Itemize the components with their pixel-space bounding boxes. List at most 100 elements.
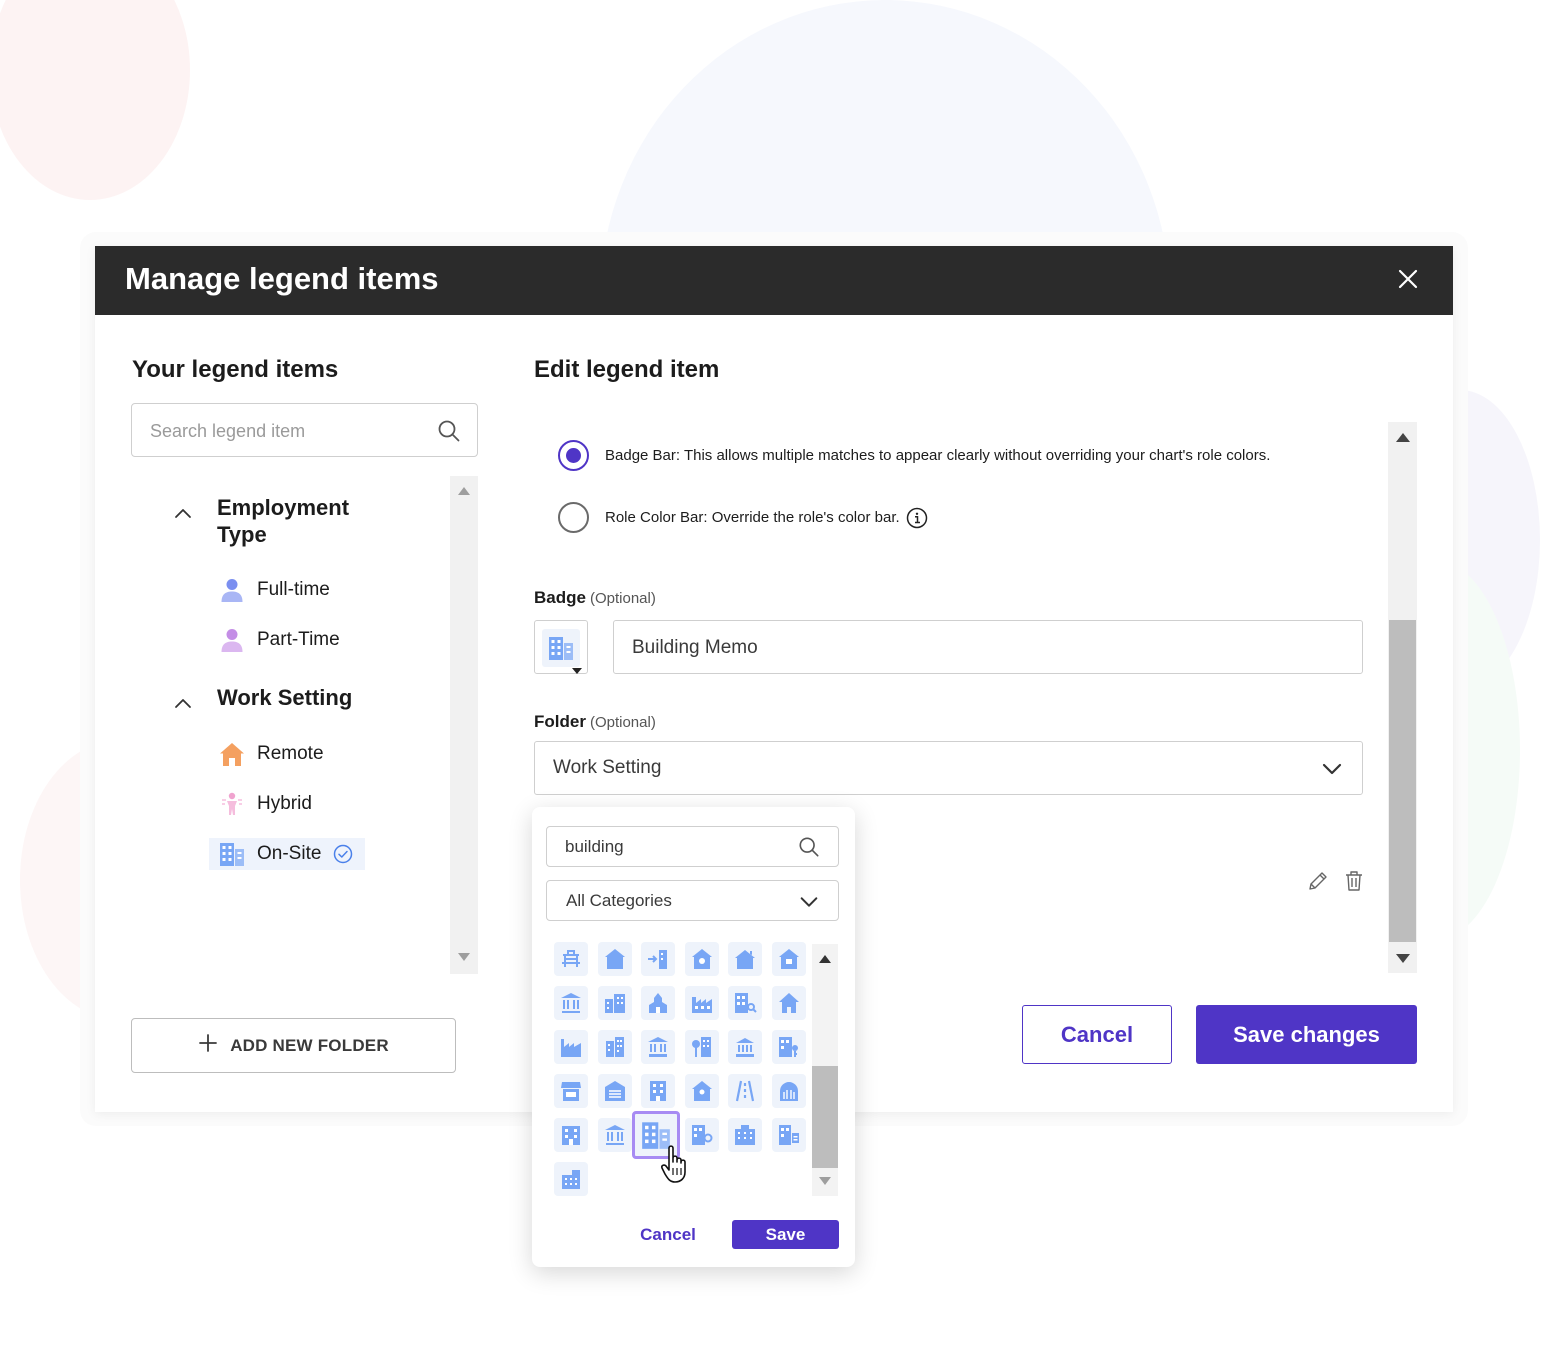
background-blob xyxy=(0,0,190,200)
legend-list-scrollbar[interactable] xyxy=(450,476,478,974)
radio-button[interactable] xyxy=(558,440,589,471)
apartment-icon[interactable] xyxy=(598,1030,632,1064)
group-label: Employment Type xyxy=(217,495,350,547)
badge-icon-picker-button[interactable] xyxy=(534,620,588,674)
folder-label: Folder xyxy=(534,712,586,731)
scrollbar-thumb[interactable] xyxy=(812,1066,838,1168)
building-gear-icon[interactable] xyxy=(685,1118,719,1152)
right-panel-title: Edit legend item xyxy=(534,356,720,383)
icon-category-dropdown[interactable]: All Categories xyxy=(546,880,839,921)
legend-search-box xyxy=(131,403,478,457)
info-icon[interactable] xyxy=(906,507,928,529)
legend-item-on-site[interactable]: On-Site xyxy=(209,838,366,870)
folder-field-label: Folder (Optional) xyxy=(534,712,656,732)
bank-icon[interactable] xyxy=(598,1118,632,1152)
legend-item-label: Hybrid xyxy=(257,793,312,814)
garage-icon[interactable] xyxy=(598,1074,632,1108)
scroll-up-arrow-icon[interactable] xyxy=(450,480,478,502)
badge-label: Badge xyxy=(534,588,586,607)
building-entrance-icon[interactable] xyxy=(641,942,675,976)
house-icon[interactable] xyxy=(598,942,632,976)
building-key-icon[interactable] xyxy=(772,1030,806,1064)
icon-picker-popover: All Categories xyxy=(532,807,855,1267)
trash-icon[interactable] xyxy=(1344,870,1364,897)
road-building-icon[interactable] xyxy=(728,1074,762,1108)
legend-item-full-time[interactable]: Full-time xyxy=(209,574,342,606)
tower-building-icon[interactable] xyxy=(554,1162,588,1196)
chevron-up-icon[interactable] xyxy=(171,502,195,526)
bench-building-icon[interactable] xyxy=(554,942,588,976)
legend-item-part-time[interactable]: Part-Time xyxy=(209,624,352,656)
radio-label: Badge Bar: This allows multiple matches … xyxy=(605,447,1271,464)
church-icon[interactable] xyxy=(641,986,675,1020)
hand-pointer-cursor-icon xyxy=(660,1144,690,1191)
legend-item-label: Remote xyxy=(257,743,324,764)
left-panel-title: Your legend items xyxy=(132,356,339,383)
optional-label: (Optional) xyxy=(589,714,656,731)
home-heart-icon[interactable] xyxy=(685,942,719,976)
icon-picker-save-button[interactable]: Save xyxy=(732,1220,839,1249)
house-user-icon[interactable] xyxy=(685,1074,719,1108)
bank-building-icon[interactable] xyxy=(554,986,588,1020)
scroll-down-arrow-icon[interactable] xyxy=(812,1170,838,1192)
office-building-icon[interactable] xyxy=(641,1074,675,1108)
radio-button[interactable] xyxy=(558,502,589,533)
legend-item-hybrid[interactable]: Hybrid xyxy=(209,788,324,820)
edit-panel-scrollbar[interactable] xyxy=(1388,422,1417,973)
person-icon xyxy=(219,577,245,603)
building-memo-icon[interactable] xyxy=(772,1118,806,1152)
person-icon xyxy=(219,627,245,653)
house-icon xyxy=(219,741,245,767)
chevron-up-icon[interactable] xyxy=(171,692,195,716)
scroll-up-arrow-icon[interactable] xyxy=(1388,426,1417,448)
scroll-up-arrow-icon[interactable] xyxy=(812,948,838,970)
house-chimney-icon[interactable] xyxy=(728,942,762,976)
city-buildings-icon[interactable] xyxy=(598,986,632,1020)
role-color-bar-option[interactable]: Role Color Bar: Override the role's colo… xyxy=(558,502,928,533)
icon-picker-cancel-button[interactable]: Cancel xyxy=(630,1220,706,1249)
shop-icon[interactable] xyxy=(554,1074,588,1108)
add-new-folder-label: ADD NEW FOLDER xyxy=(230,1035,389,1055)
factory-icon[interactable] xyxy=(685,986,719,1020)
courthouse-icon[interactable] xyxy=(728,1030,762,1064)
building-tree-icon[interactable] xyxy=(685,1030,719,1064)
house-lock-icon[interactable] xyxy=(772,942,806,976)
museum-icon[interactable] xyxy=(641,1030,675,1064)
legend-item-label: Full-time xyxy=(257,579,330,600)
badge-field-label: Badge (Optional) xyxy=(534,588,656,608)
caret-down-icon xyxy=(572,661,582,674)
legend-search-input[interactable] xyxy=(150,418,430,444)
group-work-setting[interactable]: Work Setting xyxy=(171,684,352,716)
add-new-folder-button[interactable]: ADD NEW FOLDER xyxy=(131,1018,456,1073)
badge-text-field xyxy=(613,620,1363,674)
icon-category-value: All Categories xyxy=(566,891,672,910)
chevron-down-icon xyxy=(1320,757,1344,786)
icon-search-box xyxy=(546,826,839,867)
city-icon[interactable] xyxy=(728,1118,762,1152)
search-icon[interactable] xyxy=(798,836,820,863)
group-employment-type[interactable]: Employment Type xyxy=(171,494,387,548)
hotel-icon[interactable] xyxy=(554,1118,588,1152)
folder-dropdown[interactable]: Work Setting xyxy=(534,741,1363,795)
legend-item-remote[interactable]: Remote xyxy=(209,738,336,770)
pencil-icon[interactable] xyxy=(1307,870,1329,897)
plus-icon xyxy=(198,1033,218,1058)
save-changes-button[interactable]: Save changes xyxy=(1196,1005,1417,1064)
person-commute-icon xyxy=(219,791,245,817)
warehouse-icon[interactable] xyxy=(554,1030,588,1064)
icon-grid-scrollbar[interactable] xyxy=(812,944,838,1196)
scrollbar-thumb[interactable] xyxy=(1389,620,1416,942)
dialog-header: Manage legend items xyxy=(95,246,1453,315)
dome-building-icon[interactable] xyxy=(772,1074,806,1108)
close-icon[interactable] xyxy=(1393,264,1423,294)
home-icon[interactable] xyxy=(772,986,806,1020)
scroll-down-arrow-icon[interactable] xyxy=(450,946,478,968)
search-icon[interactable] xyxy=(437,419,461,448)
cancel-button[interactable]: Cancel xyxy=(1022,1005,1172,1064)
badge-bar-option[interactable]: Badge Bar: This allows multiple matches … xyxy=(558,440,1270,471)
icon-search-input[interactable] xyxy=(565,836,785,858)
legend-item-label: Part-Time xyxy=(257,629,340,650)
building-search-icon[interactable] xyxy=(728,986,762,1020)
badge-input[interactable] xyxy=(632,635,1332,661)
scroll-down-arrow-icon[interactable] xyxy=(1388,947,1417,969)
